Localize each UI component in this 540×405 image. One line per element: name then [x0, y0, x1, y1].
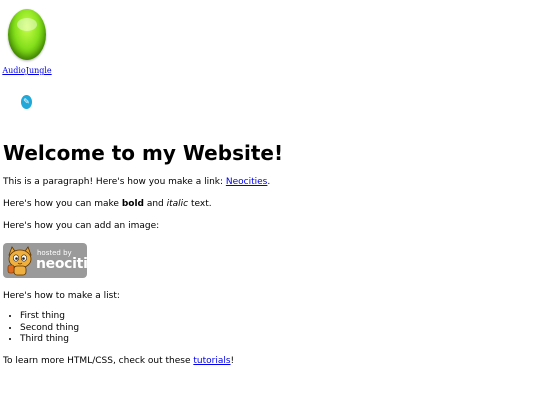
list-item: First thing: [20, 311, 533, 323]
green-orb-icon[interactable]: [8, 9, 46, 60]
bold-text: bold: [121, 199, 144, 209]
formatting-text-start: Here's how you can make: [3, 199, 122, 209]
page-title: Welcome to my Website!: [3, 141, 284, 165]
paragraph-image-intro: Here's how you can add an image:: [3, 221, 160, 231]
example-list: First thing Second thing Third thing: [3, 311, 533, 346]
paragraph-link: This is a paragraph! Here's how you make…: [3, 177, 533, 188]
audiojungle-widget: AudioJungle: [2, 9, 52, 75]
badge-brand-label: neocities: [36, 256, 87, 272]
main-content: Welcome to my Website! This is a paragra…: [3, 141, 533, 378]
paragraph-text: This is a paragraph! Here's how you make…: [3, 177, 226, 187]
italic-text: italic: [166, 199, 189, 209]
list-item: Third thing: [20, 334, 533, 346]
hosted-by-neocities-badge[interactable]: hosted by neocities: [3, 243, 87, 278]
formatting-text-end: text.: [188, 199, 212, 209]
tutorials-exclaim: !: [230, 355, 235, 366]
list-item: Second thing: [20, 323, 533, 335]
neocities-link[interactable]: Neocities: [226, 177, 267, 187]
neocities-cat-icon: [7, 246, 32, 276]
pencil-badge-icon[interactable]: ✎: [21, 95, 32, 109]
paragraph-formatting: Here's how you can make bold and italic …: [3, 199, 533, 210]
tutorials-link[interactable]: tutorials: [193, 356, 230, 366]
audiojungle-link[interactable]: AudioJungle: [0, 66, 54, 75]
formatting-text-mid: and: [143, 199, 167, 209]
paragraph-period: .: [267, 177, 271, 187]
paragraph-list-intro: Here's how to make a list:: [3, 291, 120, 301]
tutorials-text: To learn more HTML/CSS, check out these: [3, 355, 194, 366]
paragraph-tutorials: To learn more HTML/CSS, check out these …: [3, 356, 533, 367]
